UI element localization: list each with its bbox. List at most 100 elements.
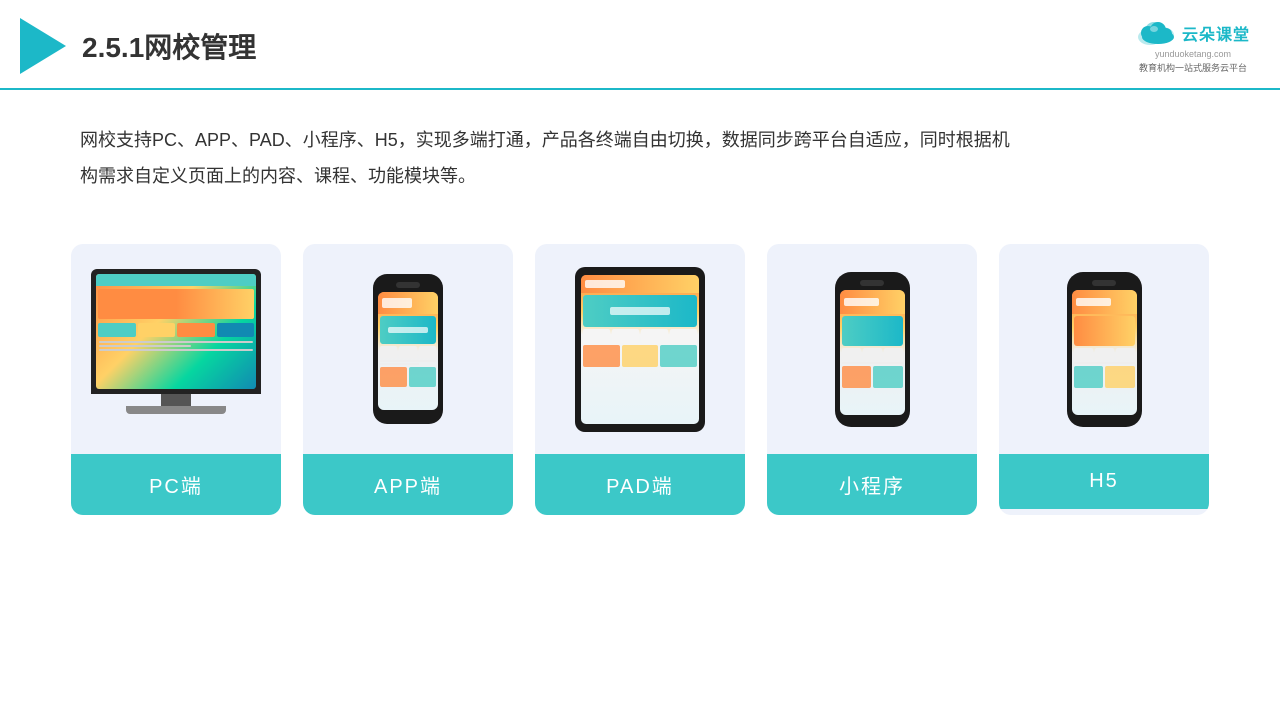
app-course-1 [380,367,407,387]
brand-url: yunduoketang.com [1155,49,1231,59]
description-text: 网校支持PC、APP、PAD、小程序、H5，实现多端打通，产品各终端自由切换，数… [0,90,1100,214]
miniprogram-logo-mini [844,298,879,306]
line1 [99,341,253,343]
pc-mini-hero [98,289,254,319]
platform-cards: PC端 [0,224,1280,535]
mini-card-2 [138,323,176,337]
miniprogram-body [840,314,905,390]
pc-mini-cards [96,321,256,339]
h5-icons [1074,348,1135,360]
card-app-label: APP端 [303,454,513,515]
pad-course-1 [583,345,620,367]
mini-card-4 [217,323,255,337]
h5-icon-2 [1095,348,1114,360]
h5-card-2 [1105,366,1135,388]
h5-banner [1074,316,1135,346]
app-icon-1 [380,346,397,358]
pc-mockup [91,269,261,429]
brand-logo: 云朵课堂 yunduoketang.com 教育机构一站式服务云平台 [1136,19,1250,74]
card-h5: H5 [999,244,1209,515]
card-pc-label: PC端 [71,454,281,515]
card-pad-image [535,244,745,454]
pad-cards-row [583,345,697,367]
app-banner-text [388,327,428,333]
miniprogram-banner [842,316,903,346]
phone-notch [396,282,420,288]
page-title: 2.5.1网校管理 [82,26,256,66]
pad-screen-header [581,275,699,293]
h5-notch [1092,280,1116,286]
brand-name: 云朵课堂 [1182,21,1250,45]
card-pad: PAD端 [535,244,745,515]
brand-cloud: 云朵课堂 [1136,19,1250,47]
miniprogram-phone-mockup [835,272,910,427]
h5-phone-mockup [1067,272,1142,427]
pad-banner-text [610,307,670,315]
app-course-2 [409,367,436,387]
pc-screen-outer [91,269,261,394]
h5-screen [1072,290,1137,415]
mini-card-1 [98,323,136,337]
pad-course-2 [622,345,659,367]
h5-header [1072,290,1137,314]
app-phone-mockup [373,274,443,424]
h5-logo-mini [1076,298,1111,306]
pc-mini-header [96,274,256,286]
card-miniprogram-image [767,244,977,454]
card-pad-label: PAD端 [535,454,745,515]
pad-icons-row [583,329,697,343]
mp-card-1 [842,366,872,388]
mini-card-3 [177,323,215,337]
card-pc-image [71,244,281,454]
miniprogram-screen [840,290,905,415]
pc-screen-inner [96,274,256,389]
card-app: APP端 [303,244,513,515]
line2 [99,345,191,347]
mp-line-1 [842,362,903,364]
pad-icon-3 [641,329,668,343]
pc-mini-text [96,339,256,355]
miniprogram-notch [860,280,884,286]
card-h5-label: H5 [999,454,1209,509]
card-app-image [303,244,513,454]
line3 [99,349,253,351]
pad-icon-2 [612,329,639,343]
app-line-2 [380,363,419,365]
app-cards-row [380,367,436,387]
mp-icon-2 [863,348,882,360]
pad-banner [583,295,697,327]
pad-tablet-mockup [575,267,705,432]
app-logo-mini [382,298,412,308]
h5-icon-1 [1074,348,1093,360]
h5-icon-3 [1116,348,1135,360]
card-h5-image [999,244,1209,454]
app-screen-header [378,292,438,314]
miniprogram-header [840,290,905,314]
pc-neck [161,394,191,406]
pc-base [126,406,226,414]
logo-triangle-icon [20,18,66,74]
pad-screen-body [581,293,699,369]
pad-course-3 [660,345,697,367]
pad-tablet-screen [581,275,699,424]
h5-cards [1074,366,1135,388]
cloud-icon [1136,19,1176,47]
mp-card-2 [873,366,903,388]
pad-icon-4 [670,329,697,343]
app-banner [380,316,436,344]
mp-icon-3 [884,348,903,360]
h5-card-1 [1074,366,1104,388]
description-paragraph: 网校支持PC、APP、PAD、小程序、H5，实现多端打通，产品各终端自由切换，数… [80,122,1020,194]
brand-slogan: 教育机构一站式服务云平台 [1139,61,1247,74]
mp-icon-1 [842,348,861,360]
card-pc: PC端 [71,244,281,515]
h5-body [1072,314,1137,390]
pad-logo-mini [585,280,625,288]
miniprogram-icons [842,348,903,360]
card-miniprogram: 小程序 [767,244,977,515]
page-header: 2.5.1网校管理 云朵课堂 yunduoketang.com 教育机构一站式服… [0,0,1280,90]
pad-icon-1 [583,329,610,343]
app-icon-2 [399,346,416,358]
app-screen-body [378,314,438,389]
app-icons-row [380,346,436,358]
